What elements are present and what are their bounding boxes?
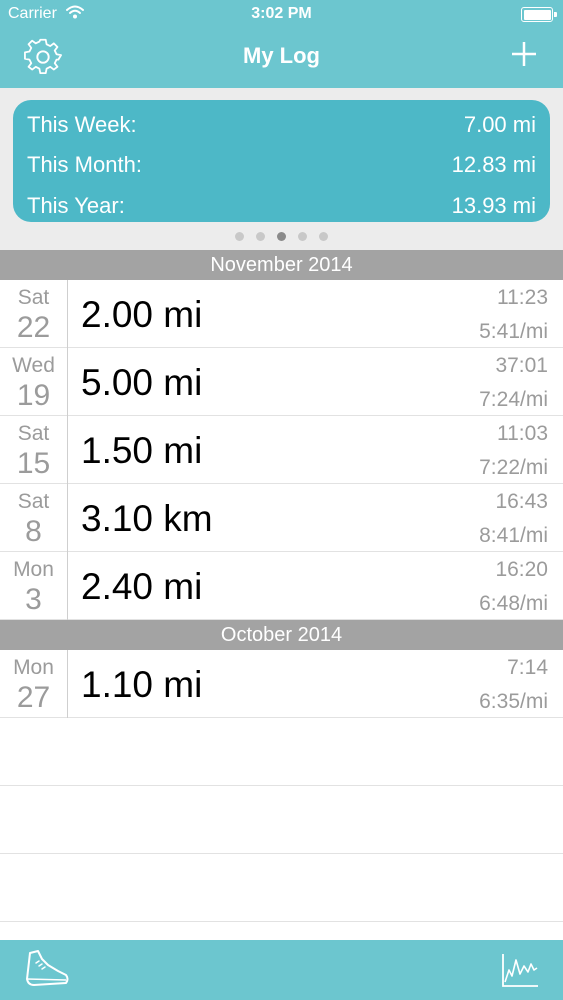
summary-row-month: This Month: 12.83 mi — [27, 144, 536, 178]
entry-distance: 5.00 mi — [81, 362, 203, 403]
summary-label: This Week: — [27, 112, 137, 137]
entry-pace: 6:48/mi — [479, 592, 548, 615]
section-header-november: November 2014 — [0, 250, 563, 280]
section-header-october: October 2014 — [0, 620, 563, 650]
summary-pager[interactable]: This Week: 7.00 mi This Month: 12.83 mi … — [0, 88, 563, 250]
summary-label: This Month: — [27, 152, 142, 177]
entry-date: 19 — [16, 379, 51, 412]
summary-label: This Year: — [27, 193, 125, 218]
summary-value: 13.93 mi — [451, 193, 536, 218]
entry-date: 22 — [16, 311, 51, 344]
page-dot[interactable] — [319, 232, 328, 241]
page-dot[interactable] — [298, 232, 307, 241]
entry-time: 7:14 — [507, 656, 548, 679]
entry-date: 8 — [25, 515, 42, 548]
status-bar: Carrier 3:02 PM — [0, 0, 563, 30]
entry-distance: 1.10 mi — [81, 664, 203, 705]
row-separator — [0, 785, 563, 786]
list-item[interactable]: Sat 15 1.50 mi 11:03 7:22/mi — [0, 416, 563, 484]
page-title: My Log — [243, 43, 320, 68]
entry-date: 15 — [16, 447, 51, 480]
entry-time: 16:20 — [495, 558, 548, 581]
summary-value: 12.83 mi — [451, 152, 536, 177]
list-item[interactable]: Mon 3 2.40 mi 16:20 6:48/mi — [0, 552, 563, 620]
summary-value: 7.00 mi — [463, 112, 536, 137]
page-control[interactable] — [0, 232, 563, 241]
entry-pace: 5:41/mi — [479, 320, 548, 343]
plus-icon[interactable] — [511, 41, 537, 67]
entry-distance: 3.10 km — [81, 498, 213, 539]
entry-day: Sat — [17, 286, 50, 309]
bottom-toolbar — [0, 940, 563, 1000]
entry-day: Mon — [13, 656, 54, 679]
entry-date: 3 — [25, 583, 42, 616]
entry-date: 27 — [16, 681, 51, 714]
entry-pace: 7:22/mi — [479, 456, 548, 479]
page-dot-active[interactable] — [277, 232, 286, 241]
page-dot[interactable] — [256, 232, 265, 241]
battery-icon — [521, 7, 557, 22]
list-item[interactable]: Sat 8 3.10 km 16:43 8:41/mi — [0, 484, 563, 552]
row-separator — [0, 853, 563, 854]
summary-card[interactable]: This Week: 7.00 mi This Month: 12.83 mi … — [13, 100, 550, 222]
navigation-bar: Carrier 3:02 PM My Log — [0, 0, 563, 88]
entry-day: Wed — [12, 354, 55, 377]
entry-pace: 7:24/mi — [479, 388, 548, 411]
summary-row-week: This Week: 7.00 mi — [27, 104, 536, 138]
status-time: 3:02 PM — [251, 5, 312, 22]
entry-day: Sat — [17, 422, 50, 445]
list-item[interactable]: Mon 27 1.10 mi 7:14 6:35/mi — [0, 650, 563, 718]
entry-time: 11:03 — [497, 422, 548, 445]
entry-pace: 6:35/mi — [479, 690, 548, 713]
list-item[interactable]: Sat 22 2.00 mi 11:23 5:41/mi — [0, 280, 563, 348]
entry-pace: 8:41/mi — [479, 524, 548, 547]
row-separator — [0, 921, 563, 922]
entry-day: Sat — [17, 490, 50, 513]
entry-distance: 1.50 mi — [81, 430, 203, 471]
list-item[interactable]: Wed 19 5.00 mi 37:01 7:24/mi — [0, 348, 563, 416]
line-chart-icon[interactable] — [501, 952, 539, 988]
summary-row-year: This Year: 13.93 mi — [27, 185, 536, 219]
entry-day: Mon — [13, 558, 54, 581]
entry-time: 16:43 — [495, 490, 548, 513]
page-dot[interactable] — [235, 232, 244, 241]
entry-time: 37:01 — [495, 354, 548, 377]
running-shoe-icon[interactable] — [24, 949, 70, 989]
entry-distance: 2.40 mi — [81, 566, 203, 607]
entry-distance: 2.00 mi — [81, 294, 203, 335]
entry-time: 11:23 — [497, 286, 548, 309]
